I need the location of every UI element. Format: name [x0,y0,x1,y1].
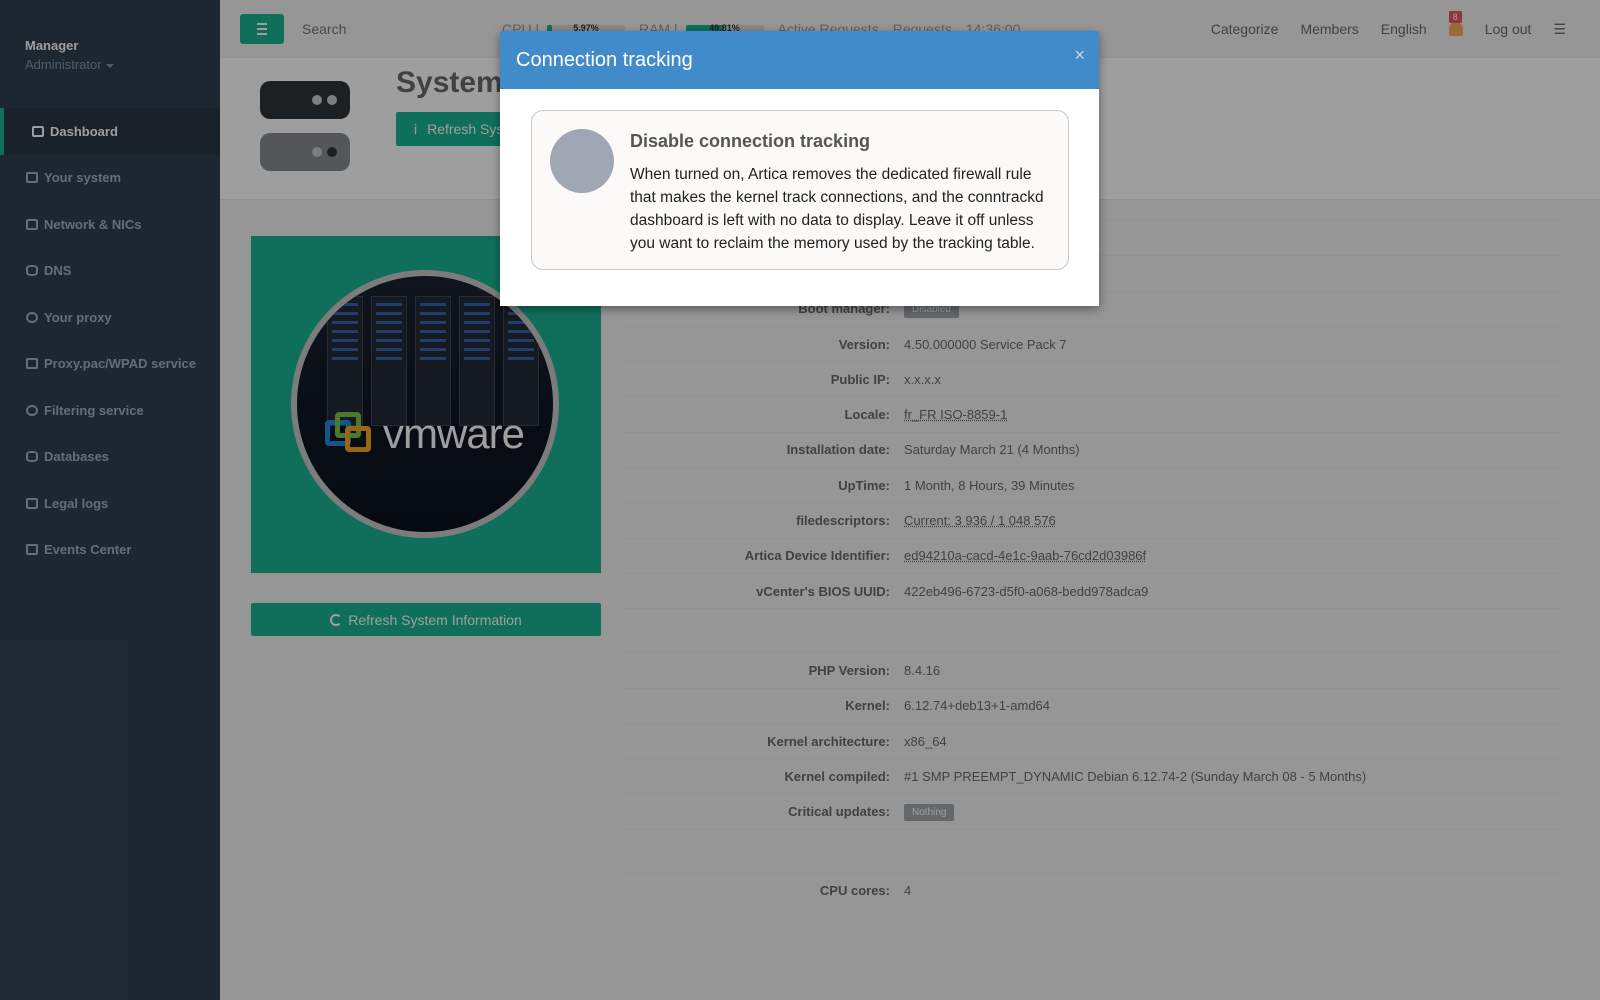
close-icon[interactable]: × [1074,45,1085,66]
notice-box: Disable connection tracking When turned … [531,110,1069,270]
notice-title: Disable connection tracking [630,131,871,151]
connection-tracking-modal: Connection tracking × Disable connection… [500,31,1099,306]
avatar [550,129,614,193]
notice-body: When turned on, Artica removes the dedic… [630,166,1044,252]
modal-header: Connection tracking [500,31,1099,89]
modal-title: Connection tracking [516,48,693,71]
